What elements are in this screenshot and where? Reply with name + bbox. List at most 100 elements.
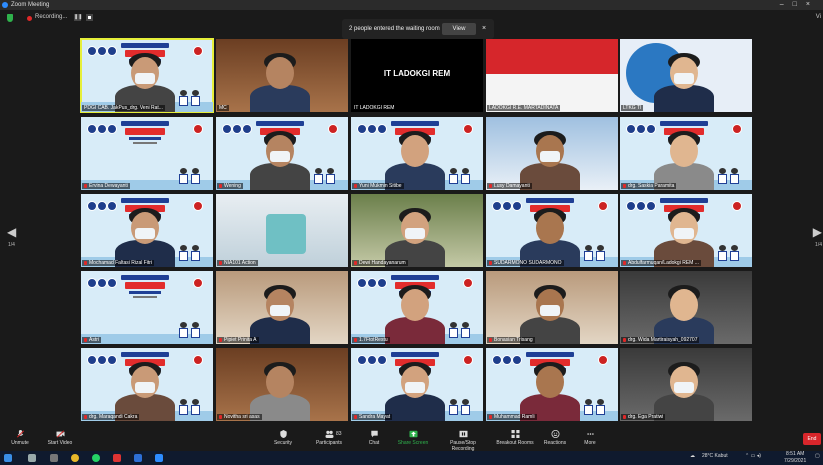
participant-tile[interactable]: Dewi Handayanarum bbox=[351, 194, 483, 267]
more-icon bbox=[586, 433, 594, 435]
unmute-button[interactable]: Unmute bbox=[0, 430, 40, 446]
participant-tile[interactable]: Pipiet Prinita A bbox=[216, 271, 348, 344]
share-screen-icon bbox=[409, 430, 417, 438]
participant-tile[interactable]: LTKG TI bbox=[620, 39, 752, 112]
clock-date[interactable]: 7/29/2021 bbox=[784, 458, 806, 464]
windows-start-icon[interactable] bbox=[4, 454, 12, 462]
organization-logo bbox=[87, 124, 97, 134]
page-indicator-left: 1/4 bbox=[8, 242, 15, 248]
mic-muted-icon bbox=[354, 415, 357, 419]
participant-tile[interactable]: IT LADOKGI REM IT LADOKGI REM bbox=[351, 39, 483, 112]
participant-tile[interactable]: Novitha sri asas bbox=[216, 348, 348, 421]
participant-tile[interactable]: drg. Saskia Paramita bbox=[620, 117, 752, 190]
participant-tile[interactable]: drg. Ega Pratiwi bbox=[620, 348, 752, 421]
organization-logo bbox=[357, 278, 367, 288]
organization-logo bbox=[97, 278, 107, 288]
organization-logo bbox=[107, 201, 117, 211]
participant-tile[interactable]: drg. Wida Martiraisyah_092707 bbox=[620, 271, 752, 344]
organization-logo bbox=[367, 355, 377, 365]
mascot-figure bbox=[449, 168, 458, 184]
participant-name-label: SUDARMONO SUDARMONO bbox=[487, 260, 564, 266]
notifications-icon[interactable]: ▢ bbox=[815, 453, 820, 459]
participant-tile[interactable]: drg. Maraqandi Cakra bbox=[81, 348, 213, 421]
pause-recording-button[interactable]: ❚❚ bbox=[74, 14, 82, 21]
share-screen-button[interactable]: Share Screen bbox=[393, 430, 433, 446]
participant-tile[interactable]: Astri bbox=[81, 271, 213, 344]
organization-logo bbox=[367, 278, 377, 288]
mic-muted-icon bbox=[354, 184, 357, 188]
window-title: Zoom Meeting bbox=[11, 2, 50, 8]
security-button[interactable]: Security bbox=[263, 430, 303, 446]
search-icon[interactable] bbox=[28, 454, 36, 462]
mic-muted-icon bbox=[623, 261, 626, 265]
participant-tile[interactable]: Mochamad Faltasi Rizal Fitri bbox=[81, 194, 213, 267]
participant-tile[interactable]: Bonasian Trisang bbox=[486, 271, 618, 344]
mic-muted-icon bbox=[489, 338, 492, 342]
view-menu[interactable]: Vi bbox=[816, 14, 821, 20]
mascot-figure bbox=[191, 168, 200, 184]
participant-tile[interactable]: LADOKGI R.E. MARTADINATA bbox=[486, 39, 618, 112]
close-icon[interactable]: × bbox=[482, 19, 486, 39]
mic-muted-icon bbox=[623, 415, 626, 419]
shield-icon[interactable] bbox=[7, 14, 13, 22]
mascot-figure bbox=[596, 245, 605, 261]
breakout-rooms-icon bbox=[511, 430, 519, 438]
task-view-icon[interactable] bbox=[50, 454, 58, 462]
app-icon[interactable] bbox=[113, 454, 121, 462]
participant-tile[interactable]: Ervina Dewayanti bbox=[81, 117, 213, 190]
start-video-button[interactable]: Start Video bbox=[40, 430, 80, 446]
participant-tile[interactable]: Muhammad Ramli bbox=[486, 348, 618, 421]
participant-tile[interactable]: SUDARMONO SUDARMONO bbox=[486, 194, 618, 267]
organization-logo bbox=[107, 124, 117, 134]
breakout-rooms-button[interactable]: Breakout Rooms bbox=[495, 430, 535, 446]
reactions-icon bbox=[551, 430, 559, 438]
window-controls[interactable]: –□× bbox=[780, 0, 819, 10]
mascot-figure bbox=[326, 168, 335, 184]
participant-name-label: Bonasian Trisang bbox=[487, 337, 535, 343]
participant-tile[interactable]: Wening bbox=[216, 117, 348, 190]
chrome-icon[interactable] bbox=[71, 454, 79, 462]
participant-name-label: Wening bbox=[217, 183, 243, 189]
clock-time[interactable]: 8:51 AM bbox=[786, 451, 804, 457]
whatsapp-icon[interactable] bbox=[92, 454, 100, 462]
organization-logo bbox=[232, 124, 242, 134]
mic-muted-icon bbox=[219, 261, 222, 265]
organization-logo bbox=[377, 355, 387, 365]
mascot-figure bbox=[596, 399, 605, 415]
stop-recording-button[interactable] bbox=[86, 14, 93, 21]
chat-button[interactable]: Chat bbox=[354, 430, 394, 446]
organization-logo bbox=[512, 355, 522, 365]
mic-muted-icon bbox=[84, 415, 87, 419]
previous-page-icon[interactable]: ◀ bbox=[7, 225, 16, 239]
zoom-taskbar-icon[interactable] bbox=[155, 454, 163, 462]
participant-name-label: MC bbox=[217, 105, 229, 111]
participant-tile[interactable]: Yuni Mukmin Sitibe bbox=[351, 117, 483, 190]
mascot-figure bbox=[314, 168, 323, 184]
participant-tile[interactable]: Abdulfarmuqan/Ladokgi REM ... bbox=[620, 194, 752, 267]
word-icon[interactable] bbox=[134, 454, 142, 462]
organization-logo bbox=[242, 124, 252, 134]
participant-tile[interactable]: 1.7FtotRestu bbox=[351, 271, 483, 344]
participants-button[interactable]: Participants bbox=[309, 430, 349, 446]
participant-tile[interactable]: MC bbox=[216, 39, 348, 112]
next-page-icon[interactable]: ▶ bbox=[813, 225, 822, 239]
weather-icon[interactable]: ☁ bbox=[690, 453, 695, 459]
participant-tile[interactable]: NIA101 Action bbox=[216, 194, 348, 267]
view-waiting-room-button[interactable]: View bbox=[442, 23, 476, 35]
organization-logo bbox=[598, 355, 608, 365]
organization-logo bbox=[367, 124, 377, 134]
participant-name-label: Mochamad Faltasi Rizal Fitri bbox=[82, 260, 155, 266]
shield-icon bbox=[279, 430, 287, 438]
weather-text[interactable]: 28°C Kabut bbox=[702, 453, 728, 459]
more-button[interactable]: More bbox=[570, 430, 610, 446]
participant-tile[interactable]: PDGI CAB. JakPus_drg. Veni Rat... bbox=[80, 38, 214, 113]
system-tray-icons[interactable]: ⌃ ▭ ◂) bbox=[745, 453, 761, 459]
pause-stop-recording-button[interactable]: Pause/Stop Recording bbox=[443, 430, 483, 452]
participant-name-label: Muhammad Ramli bbox=[487, 414, 537, 420]
reactions-button[interactable]: Reactions bbox=[535, 430, 575, 446]
participant-tile[interactable]: Sandra Mayat bbox=[351, 348, 483, 421]
mascot-figure bbox=[584, 245, 593, 261]
mascot-figure bbox=[461, 399, 470, 415]
participant-tile[interactable]: Lusy Damayanti bbox=[486, 117, 618, 190]
end-meeting-button[interactable]: End bbox=[803, 433, 821, 445]
